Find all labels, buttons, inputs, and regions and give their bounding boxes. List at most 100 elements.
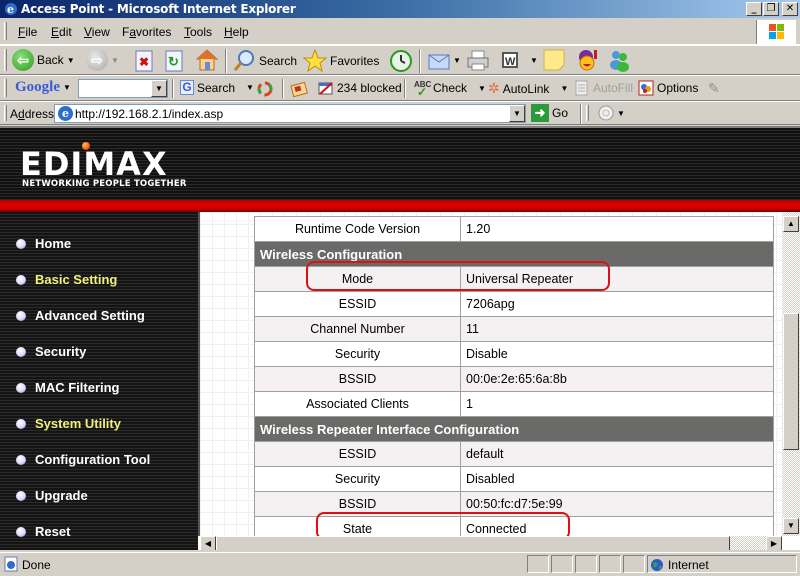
forward-arrow-icon: ⇨	[86, 49, 108, 71]
back-button[interactable]: ⇦ Back ▼	[12, 49, 75, 71]
menu-view-label: iew	[91, 25, 110, 39]
row-label: Runtime Code Version	[254, 216, 461, 242]
edit-dropdown-icon[interactable]: ▼	[530, 56, 538, 65]
sidebar-item-security[interactable]: Security	[16, 344, 86, 359]
status-pane	[551, 555, 573, 573]
sidebar-item-reset[interactable]: Reset	[16, 524, 70, 539]
yahoo-messenger-button[interactable]	[575, 48, 599, 72]
google-toolbar: Google ▼ ▼ G Search ▼ 234 blocked ABC ✓ C…	[0, 75, 800, 101]
scroll-left-button[interactable]: ◀	[200, 536, 216, 550]
minimize-button[interactable]: _	[746, 2, 762, 16]
menu-help-label: elp	[232, 25, 249, 39]
go-button[interactable]: ➜ Go	[531, 104, 568, 122]
title-bar: e Access Point - Microsoft Internet Expl…	[0, 0, 800, 18]
spell-check-icon: ABC ✓	[414, 80, 432, 99]
go-label: Go	[552, 106, 569, 120]
sidebar-item-mac-filtering[interactable]: MAC Filtering	[16, 380, 120, 395]
links-button[interactable]: ▼	[598, 105, 625, 121]
forward-dropdown-icon[interactable]: ▼	[111, 56, 119, 65]
note-button[interactable]	[543, 49, 565, 71]
close-button[interactable]: ✕	[782, 2, 798, 16]
highlight-button[interactable]: ✎	[708, 80, 720, 97]
edit-word-button[interactable]: W ▼	[501, 51, 538, 69]
vertical-scroll-thumb[interactable]	[783, 313, 799, 450]
page-icon: e	[58, 106, 73, 121]
sidebar-item-upgrade[interactable]: Upgrade	[16, 488, 88, 503]
scroll-right-button[interactable]: ▶	[766, 536, 782, 550]
search-button[interactable]: Search	[232, 49, 297, 73]
menu-file[interactable]: File	[18, 25, 37, 39]
row-label: Security	[254, 466, 461, 492]
toolbar-grip[interactable]	[4, 79, 7, 97]
table-row: BSSID 00:50:fc:d7:5e:99	[254, 491, 774, 517]
mail-dropdown-icon[interactable]: ▼	[453, 56, 461, 65]
bullet-icon	[16, 274, 26, 285]
sidebar-item-system-utility[interactable]: System Utility	[16, 416, 121, 431]
table-row: Security Disable	[254, 341, 774, 367]
vertical-scrollbar[interactable]: ▲ ▼	[782, 212, 800, 536]
popup-blocker-button[interactable]: 234 blocked	[318, 80, 402, 96]
check-dropdown-icon[interactable]: ▼	[478, 84, 486, 93]
content-frame: Runtime Code Version 1.20 Wireless Confi…	[198, 212, 782, 542]
address-input[interactable]: e http://192.168.2.1/index.asp ▼	[54, 104, 526, 123]
mail-button[interactable]: ▼	[428, 50, 461, 70]
pencil-icon: ✎	[708, 80, 720, 96]
google-search-input[interactable]: ▼	[78, 79, 168, 98]
red-divider	[0, 200, 800, 212]
status-pane	[599, 555, 621, 573]
toolbar-grip[interactable]	[586, 105, 589, 121]
menu-favorites[interactable]: Favorites	[122, 25, 171, 39]
row-value: 7206apg	[460, 291, 774, 317]
restore-button[interactable]: ❐	[763, 2, 779, 16]
toolbar-grip[interactable]	[4, 49, 7, 71]
sidebar-item-label: Security	[35, 344, 87, 359]
sidebar-item-advanced-setting[interactable]: Advanced Setting	[16, 308, 145, 323]
forward-button[interactable]: ⇨ ▼	[86, 49, 119, 71]
horizontal-scroll-thumb[interactable]	[216, 536, 730, 550]
google-search-button[interactable]: G Search ▼	[180, 80, 254, 95]
spell-check-button[interactable]: ABC ✓ Check ▼	[414, 80, 486, 99]
horizontal-scrollbar[interactable]: ◀ ▶	[200, 536, 782, 550]
disc-icon	[598, 105, 614, 121]
menu-tools[interactable]: Tools	[184, 25, 212, 39]
stop-button[interactable]: ✖	[135, 50, 153, 72]
menu-view[interactable]: View	[84, 25, 110, 39]
google-menu-button[interactable]: Google ▼	[15, 79, 71, 96]
google-search-dropdown-icon[interactable]: ▼	[246, 83, 254, 92]
history-button[interactable]	[389, 49, 413, 73]
autofill-button[interactable]: AutoFill	[574, 80, 633, 96]
sidebar-item-label: MAC Filtering	[35, 380, 120, 395]
print-button[interactable]	[467, 49, 489, 71]
menu-favorites-label: vorites	[136, 25, 172, 39]
sidebar-item-label: Home	[35, 236, 72, 251]
autolink-dropdown-icon[interactable]: ▼	[560, 84, 568, 93]
windows-messenger-button[interactable]	[607, 48, 631, 72]
menu-edit[interactable]: Edit	[51, 25, 72, 39]
row-label: BSSID	[254, 366, 461, 392]
sidebar-item-label: Basic Setting	[35, 272, 118, 287]
toolbar-grip[interactable]	[4, 105, 7, 121]
scroll-down-button[interactable]: ▼	[783, 518, 799, 534]
sidebar-item-basic-setting[interactable]: Basic Setting	[16, 272, 117, 287]
refresh-button[interactable]: ↻	[165, 50, 183, 72]
google-search-dropdown[interactable]: ▼	[151, 80, 167, 97]
scroll-up-button[interactable]: ▲	[783, 216, 799, 232]
status-text: Done	[22, 558, 51, 572]
search-icon	[233, 50, 254, 71]
news-button[interactable]	[290, 80, 308, 98]
menu-help[interactable]: Help	[224, 25, 249, 39]
toolbar-grip[interactable]	[4, 22, 7, 40]
sidebar-item-home[interactable]: Home	[16, 236, 71, 251]
home-button[interactable]	[195, 48, 219, 72]
back-dropdown-icon[interactable]: ▼	[67, 56, 75, 65]
options-button[interactable]: Options	[638, 80, 698, 96]
autolink-button[interactable]: ✲ AutoLink ▼	[488, 80, 568, 97]
globe-icon	[651, 559, 663, 571]
favorites-button[interactable]: Favorites	[303, 49, 379, 73]
address-dropdown[interactable]: ▼	[509, 105, 525, 122]
sidebar-item-label: Advanced Setting	[35, 308, 145, 323]
sidebar-item-configuration-tool[interactable]: Configuration Tool	[16, 452, 150, 467]
pagerank-button[interactable]	[256, 80, 274, 98]
toolbar-separator	[282, 79, 284, 98]
bullet-icon	[16, 526, 26, 537]
